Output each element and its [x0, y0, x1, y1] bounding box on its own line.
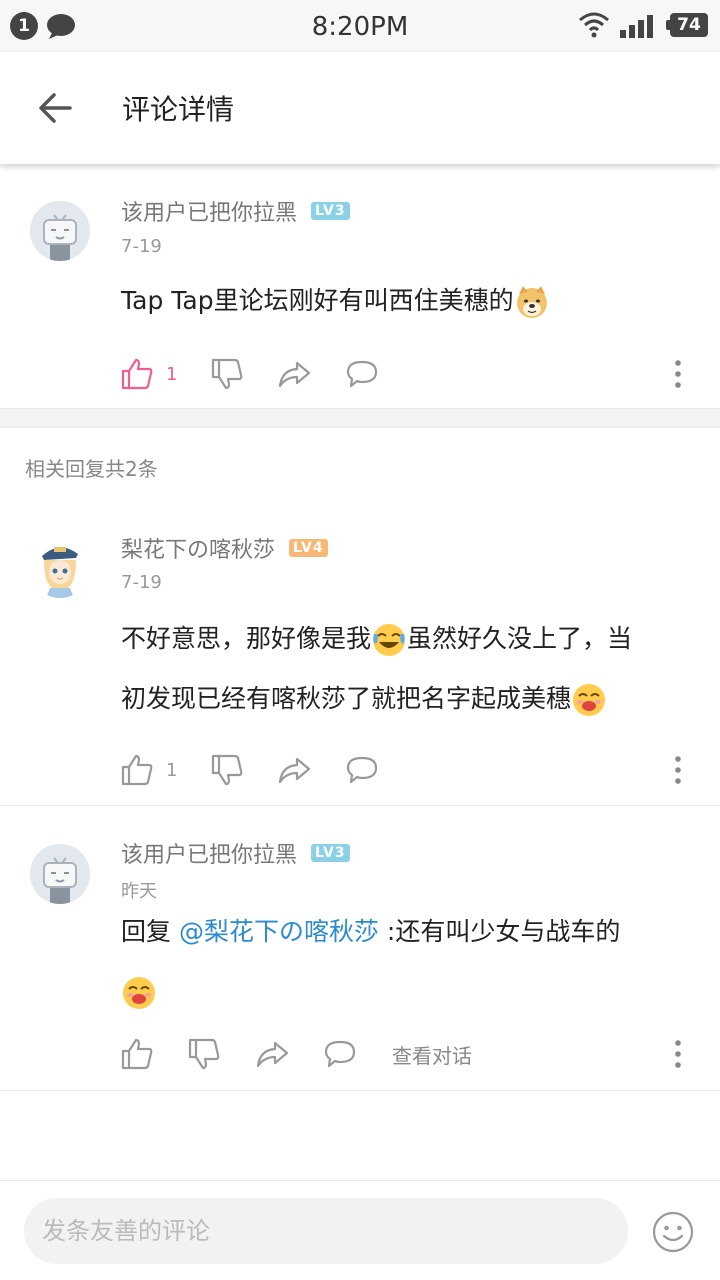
share-button[interactable] [255, 1036, 289, 1072]
battery-indicator: 74 [666, 13, 708, 37]
yum-face-emoji-icon [573, 684, 606, 716]
wifi-icon [579, 12, 609, 38]
thumbs-up-icon [121, 754, 153, 786]
username[interactable]: 该用户已把你拉黑 [121, 195, 297, 227]
like-count: 1 [166, 759, 178, 781]
doge-emoji-icon [516, 286, 547, 318]
username[interactable]: 该用户已把你拉黑 [121, 837, 297, 869]
like-count: 1 [166, 363, 178, 385]
comment-text: 回复 @梨花下の喀秋莎 :还有叫少女与战车的 [121, 902, 691, 1022]
comment-input-bar [0, 1180, 720, 1280]
app-header: 评论详情 [0, 52, 720, 164]
thumbs-down-icon [188, 1038, 220, 1070]
reply-comment: 梨花下の喀秋莎 LV4 7-19 不好意思，那好像是我 虽然好久没上了，当 初发… [0, 500, 720, 805]
dislike-button[interactable] [210, 752, 244, 788]
yum-face-emoji-icon [123, 977, 155, 1009]
reply-comment: 该用户已把你拉黑 LV3 昨天 回复 @梨花下の喀秋莎 :还有叫少女与战车的 查… [0, 806, 720, 1090]
comment-actions: 1 [120, 356, 700, 396]
avatar[interactable] [30, 201, 90, 261]
thumbs-up-icon [121, 1038, 153, 1070]
emoji-picker-icon[interactable] [652, 1211, 694, 1253]
comment-bubble-icon [346, 360, 378, 388]
level-badge: LV3 [311, 844, 350, 862]
main-comment: 该用户已把你拉黑 LV3 7-19 Tap Tap里论坛刚好有叫西住美穗的 1 [0, 164, 720, 408]
view-conversation-label: 查看对话 [392, 1043, 472, 1068]
comment-bubble-icon [324, 1040, 356, 1068]
dislike-button[interactable] [210, 356, 244, 392]
username[interactable]: 梨花下の喀秋莎 [121, 532, 275, 564]
reply-button[interactable] [345, 356, 379, 392]
comment-text: Tap Tap里论坛刚好有叫西住美穗的 [121, 270, 691, 332]
like-button[interactable] [120, 1036, 154, 1072]
share-button[interactable] [277, 752, 311, 788]
comment-date: 7-19 [121, 236, 162, 257]
replies-count-title: 相关回复共2条 [25, 457, 158, 481]
comment-text-content: Tap Tap里论坛刚好有叫西住美穗的 [121, 286, 514, 315]
comment-date: 7-19 [121, 572, 162, 593]
comment-text-content: :还有叫少女与战车的 [378, 917, 621, 946]
more-options-icon[interactable] [666, 1036, 690, 1072]
level-badge: LV4 [289, 539, 328, 557]
reply-divider [0, 1090, 720, 1091]
share-arrow-icon [278, 361, 311, 388]
dislike-button[interactable] [187, 1036, 221, 1072]
cell-signal-icon [620, 15, 653, 38]
view-conversation-button[interactable]: 查看对话 [392, 1036, 472, 1072]
share-arrow-icon [256, 1041, 289, 1068]
back-arrow-icon[interactable] [36, 88, 76, 128]
more-options-icon[interactable] [666, 356, 690, 392]
avatar[interactable] [30, 844, 90, 904]
comment-actions: 查看对话 [120, 1036, 700, 1076]
anime-girl-avatar-icon [30, 538, 90, 598]
share-arrow-icon [278, 757, 311, 784]
like-button[interactable]: 1 [120, 356, 177, 392]
thumbs-down-icon [211, 754, 243, 786]
comment-text-line: 初发现已经有喀秋莎了就把名字起成美穗 [121, 684, 572, 713]
comment-text-line: 虽然好久没上了，当 [407, 624, 633, 653]
comment-text: 不好意思，那好像是我 虽然好久没上了，当 初发现已经有喀秋莎了就把名字起成美穗 [121, 609, 691, 729]
reply-button[interactable] [345, 752, 379, 788]
thumbs-down-icon [211, 358, 243, 390]
default-tv-avatar-icon [30, 201, 90, 261]
comment-text-line: 不好意思，那好像是我 [121, 624, 372, 653]
level-badge: LV3 [311, 202, 350, 220]
like-button[interactable]: 1 [120, 752, 177, 788]
more-options-icon[interactable] [666, 752, 690, 788]
avatar[interactable] [30, 538, 90, 598]
comment-date: 昨天 [121, 881, 157, 902]
page-title: 评论详情 [122, 93, 235, 126]
thumbs-up-icon [121, 358, 153, 390]
comment-actions: 1 [120, 752, 700, 792]
laughing-crying-emoji-icon [373, 624, 406, 656]
comment-bubble-icon [346, 756, 378, 784]
section-divider [0, 408, 720, 428]
reply-button[interactable] [323, 1036, 357, 1072]
comment-input[interactable] [24, 1198, 628, 1264]
reply-prefix: 回复 [121, 917, 179, 946]
status-bar: 1 8:20PM 74 [0, 0, 720, 52]
default-tv-avatar-icon [30, 844, 90, 904]
user-mention-link[interactable]: @梨花下の喀秋莎 [179, 917, 379, 946]
share-button[interactable] [277, 356, 311, 392]
